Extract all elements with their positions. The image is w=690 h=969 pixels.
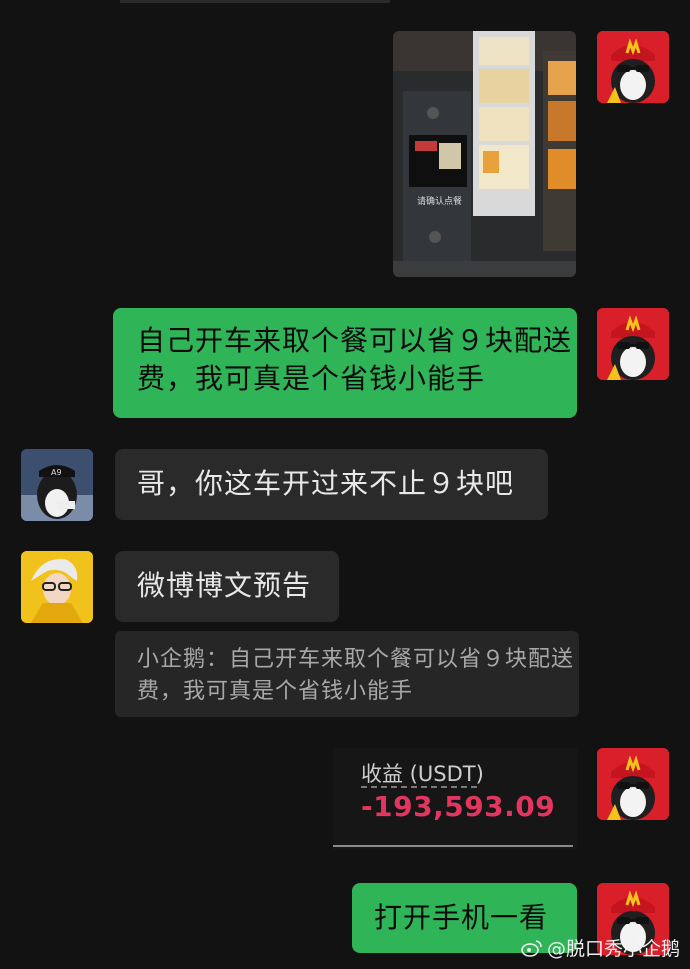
drive-thru-image: 请确认点餐 [393,31,576,277]
weibo-watermark: @脱口秀小企鹅 [521,934,680,961]
message-bubble-other[interactable]: 哥，你这车开过来不止９块吧 [115,449,548,520]
penguin-avatar-icon: A9 [21,449,93,521]
avatar-self[interactable] [597,308,669,380]
profit-card[interactable]: 收益 (USDT) -193,593.09 [333,748,577,850]
label-underline [361,786,477,788]
watermark-text: @脱口秀小企鹅 [546,938,680,960]
weibo-logo-icon [521,939,542,957]
profit-value: -193,593.09 [361,790,556,823]
avatar-self[interactable] [597,748,669,820]
penguin-avatar-icon [597,31,669,103]
quoted-message[interactable]: 小企鹅：自己开车来取个餐可以省９块配送费，我可真是个省钱小能手 [115,631,579,717]
avatar-self[interactable] [597,31,669,103]
penguin-avatar-icon [597,748,669,820]
profit-label: 收益 (USDT) [361,762,484,786]
top-divider [120,0,390,3]
drive-thru-photo[interactable]: 请确认点餐 [393,31,576,277]
penguin-avatar-icon [597,308,669,380]
svg-text:A9: A9 [51,468,62,477]
message-bubble-self[interactable]: 自己开车来取个餐可以省９块配送费，我可真是个省钱小能手 [113,308,577,418]
avatar-friend[interactable] [21,551,93,623]
cartoon-person-avatar-icon [21,551,93,623]
message-bubble-other[interactable]: 微博博文预告 [115,551,339,622]
avatar-friend[interactable]: A9 [21,449,93,521]
svg-text:请确认点餐: 请确认点餐 [417,195,462,207]
card-divider [333,845,573,847]
